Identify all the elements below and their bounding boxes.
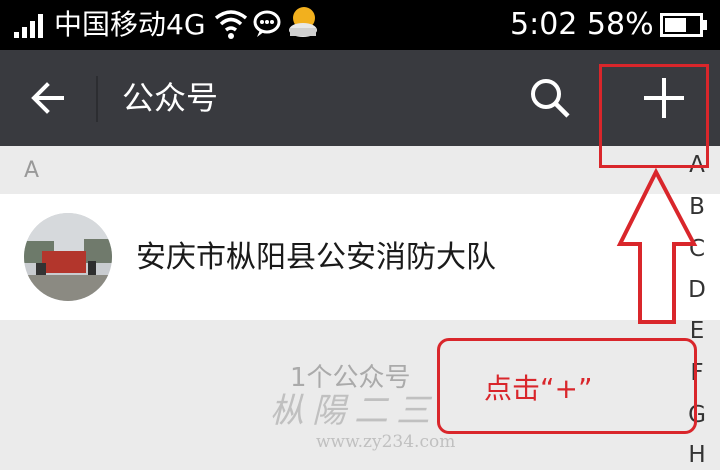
search-icon — [531, 79, 570, 118]
back-arrow-icon — [31, 82, 64, 114]
index-letter[interactable]: H — [680, 440, 714, 470]
chat-bubble-icon — [253, 10, 281, 37]
account-list-item[interactable]: 安庆市枞阳县公安消防大队 — [0, 194, 720, 320]
account-avatar — [24, 213, 112, 301]
status-time: 5:02 58% — [510, 7, 654, 42]
watermark-url: www.zy234.com — [316, 432, 456, 452]
up-arrow-icon — [616, 168, 698, 324]
account-name: 安庆市枞阳县公安消防大队 — [136, 240, 496, 275]
title-divider — [96, 76, 98, 122]
signal-icon — [14, 14, 43, 38]
highlight-box — [599, 64, 709, 168]
back-button[interactable] — [20, 70, 76, 126]
status-bar: 中国移动4G 5:02 58% — [0, 0, 720, 50]
annotation-text: 点击“+” — [484, 372, 593, 405]
search-button[interactable] — [522, 70, 578, 126]
carrier-label: 中国移动4G — [54, 8, 206, 41]
watermark-logo: 枞陽二三 — [270, 391, 438, 431]
page-title: 公众号 — [122, 79, 219, 117]
annotation-callout: 点击“+” — [437, 338, 697, 434]
wifi-icon — [214, 10, 248, 39]
watermark: 枞陽二三 www.zy234.com — [260, 390, 460, 468]
weather-icon — [289, 7, 317, 37]
battery-icon — [660, 13, 707, 37]
section-letter: A — [24, 158, 40, 183]
